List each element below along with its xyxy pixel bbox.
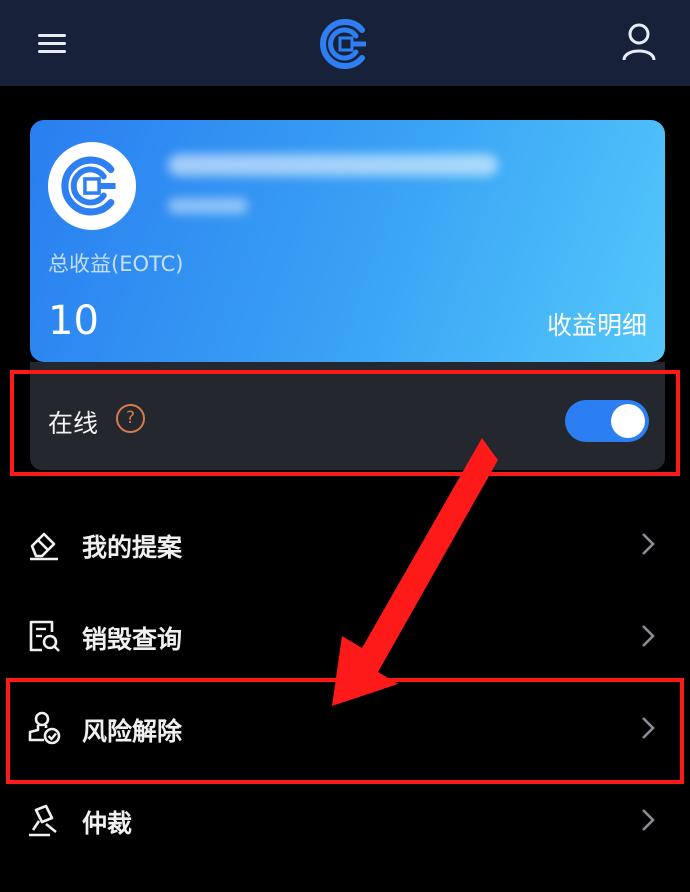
chevron-right-icon bbox=[642, 809, 655, 831]
menu-item-label: 仲裁 bbox=[82, 809, 133, 838]
eraser-icon bbox=[30, 532, 58, 561]
total-earnings-label: 总收益(EOTC) bbox=[48, 252, 184, 276]
blurred-user-id bbox=[168, 198, 248, 214]
user-icon[interactable] bbox=[620, 22, 658, 62]
document-search-icon bbox=[29, 620, 60, 652]
menu-item-my-proposals[interactable]: 我的提案 bbox=[0, 500, 690, 590]
profile-card: 总收益(EOTC) 10 收益明细 bbox=[30, 120, 665, 362]
online-status-highlight bbox=[10, 370, 680, 476]
menu-item-arbitration[interactable]: 仲裁 bbox=[0, 776, 690, 866]
eotc-logo-icon bbox=[320, 19, 366, 69]
blurred-email bbox=[168, 154, 498, 176]
eotc-logo-icon bbox=[61, 156, 116, 216]
chevron-right-icon bbox=[642, 625, 655, 647]
hamburger-menu-icon[interactable] bbox=[36, 28, 70, 58]
earnings-detail-link[interactable]: 收益明细 bbox=[547, 306, 647, 342]
risk-release-highlight bbox=[6, 678, 684, 784]
top-bar bbox=[0, 0, 690, 86]
menu-item-label: 我的提案 bbox=[82, 533, 183, 562]
total-earnings-value: 10 bbox=[48, 298, 99, 344]
menu-item-label: 销毁查询 bbox=[82, 625, 183, 654]
chevron-right-icon bbox=[642, 533, 655, 555]
avatar bbox=[48, 142, 136, 230]
gavel-icon bbox=[29, 804, 57, 837]
menu-item-destroy-query[interactable]: 销毁查询 bbox=[0, 592, 690, 682]
